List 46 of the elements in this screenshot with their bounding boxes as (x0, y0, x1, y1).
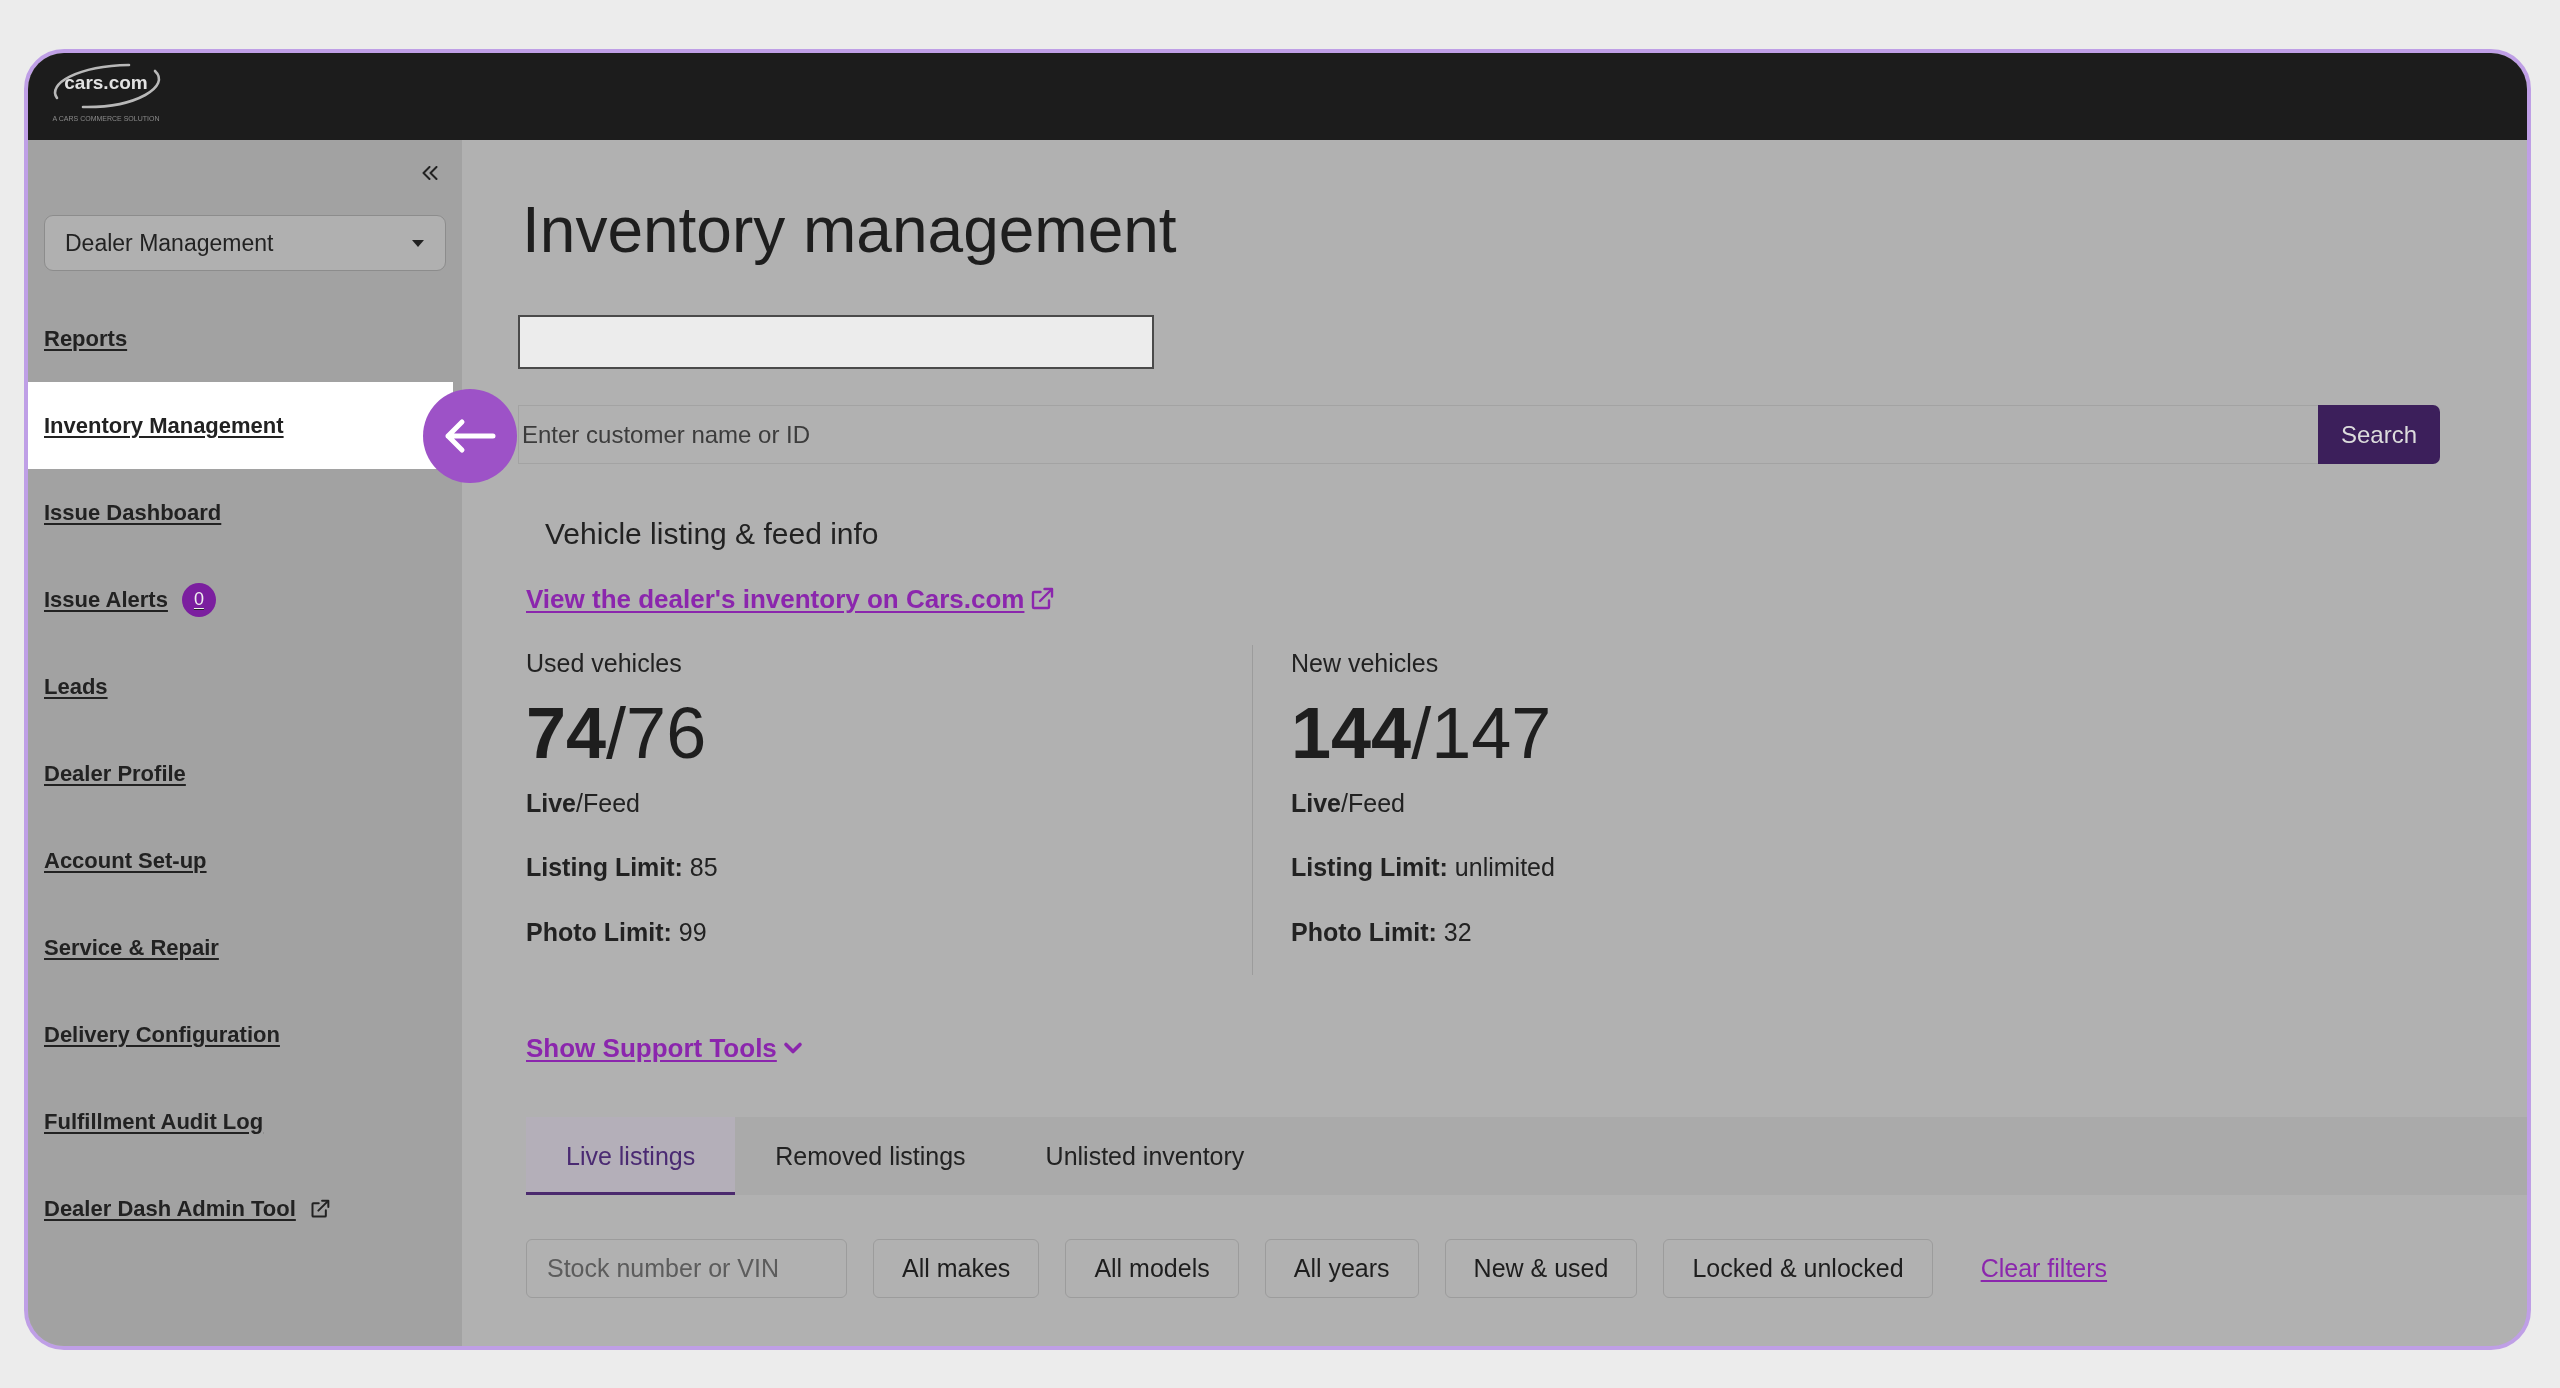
nav-link[interactable]: Dealer Dash Admin Tool (44, 1195, 330, 1222)
filter-button[interactable]: All makes (873, 1239, 1040, 1298)
listing-tab[interactable]: Unlisted inventory (1005, 1117, 1285, 1195)
input-field[interactable] (518, 315, 1154, 369)
clear-filters-link[interactable]: Clear filters (1980, 1254, 2108, 1283)
photo-limit-text: Photo Limit: 32 (1291, 917, 1472, 947)
filter-button[interactable]: New & used (1444, 1239, 1638, 1298)
filter-button[interactable]: All years (1264, 1239, 1419, 1298)
inventory-link[interactable]: View the dealer's inventory on Cars.com (526, 584, 1055, 614)
stat-caption: Live/Feed (1291, 788, 1405, 818)
search-field[interactable]: Enter customer name or ID (518, 405, 2318, 464)
logo-wordmark: cars.com (64, 71, 148, 95)
external-link-icon (1030, 587, 1055, 611)
stat-count: 74/76 (526, 693, 707, 773)
stat-count: 144/147 (1291, 693, 1552, 773)
arrow-left-icon (423, 389, 517, 483)
alert-count-badge: 0 (181, 582, 216, 617)
nav-link[interactable]: Inventory Management (28, 382, 453, 469)
stat-title: Used vehicles (526, 648, 682, 678)
nav-link[interactable]: Issue Alerts 0 (44, 582, 216, 617)
nav-link[interactable]: Issue Dashboard (44, 499, 222, 526)
filter-button[interactable]: All models (1065, 1239, 1239, 1298)
section-dropdown[interactable]: Dealer Management (44, 215, 446, 271)
support-tools-link[interactable]: Show Support Tools (526, 1033, 803, 1063)
stat-title: New vehicles (1291, 648, 1439, 678)
search-button[interactable]: Search (2318, 405, 2440, 464)
filter-button[interactable]: Locked & unlocked (1663, 1239, 1933, 1298)
section-heading: Vehicle listing & feed info (545, 516, 879, 552)
nav-link[interactable]: Leads (44, 673, 108, 700)
nav-link[interactable]: Account Set-up (44, 847, 207, 874)
chevron-down-icon (782, 1041, 803, 1055)
stat-caption: Live/Feed (526, 788, 640, 818)
listing-tab[interactable]: Live listings (526, 1117, 736, 1195)
caret-down-icon (412, 239, 424, 247)
listing-limit-text: Listing Limit: 85 (526, 852, 718, 882)
nav-link[interactable]: Dealer Profile (44, 760, 186, 787)
nav-link[interactable]: Fulfillment Audit Log (44, 1108, 264, 1135)
nav-link[interactable]: Delivery Configuration (44, 1021, 280, 1048)
nav-link[interactable]: Service & Repair (44, 934, 219, 961)
photo-limit-text: Photo Limit: 99 (526, 917, 707, 947)
double-chevron-icon[interactable] (422, 166, 438, 180)
stock-search-field[interactable]: Stock number or VIN (526, 1239, 847, 1298)
nav-link[interactable]: Reports (44, 325, 128, 352)
listing-tab[interactable]: Removed listings (735, 1117, 1006, 1195)
listing-limit-text: Listing Limit: unlimited (1291, 852, 1555, 882)
page-title: Inventory management (522, 193, 1177, 267)
